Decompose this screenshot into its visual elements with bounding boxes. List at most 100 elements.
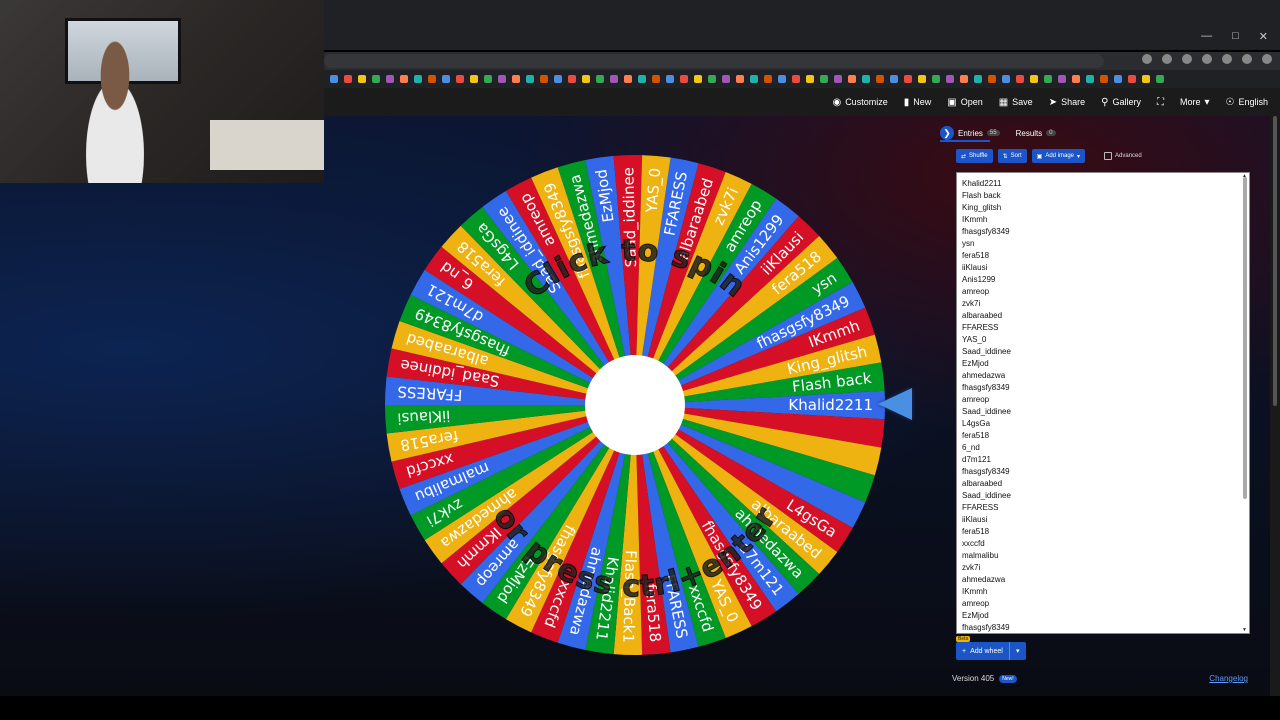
bookmark-icon[interactable] — [1114, 75, 1122, 83]
entry-line[interactable]: fhasgsfy8349 — [962, 466, 1249, 478]
bookmark-icon[interactable] — [1100, 75, 1108, 83]
entry-line[interactable]: King_glitsh — [962, 202, 1249, 214]
bookmark-icon[interactable] — [498, 75, 506, 83]
entry-line[interactable]: Saad_iddinee — [962, 490, 1249, 502]
entry-line[interactable]: iiKlausi — [962, 262, 1249, 274]
extension-icon[interactable] — [1202, 54, 1212, 64]
entry-line[interactable]: iiKlausi — [962, 514, 1249, 526]
tab-results[interactable]: Results 0 — [1016, 129, 1056, 138]
bookmark-icon[interactable] — [330, 75, 338, 83]
entry-line[interactable]: IKmmh — [962, 214, 1249, 226]
entry-line[interactable]: zvk7i — [962, 562, 1249, 574]
new-button[interactable]: ▮ New — [904, 97, 932, 108]
bookmark-icon[interactable] — [946, 75, 954, 83]
entry-line[interactable]: amreop — [962, 286, 1249, 298]
bookmark-icon[interactable] — [1030, 75, 1038, 83]
bookmark-icon[interactable] — [638, 75, 646, 83]
bookmark-icon[interactable] — [820, 75, 828, 83]
bookmark-icon[interactable] — [680, 75, 688, 83]
bookmark-icon[interactable] — [400, 75, 408, 83]
add-image-button[interactable]: ▣ Add image ▾ — [1031, 149, 1086, 163]
bookmark-icon[interactable] — [596, 75, 604, 83]
minimize-icon[interactable]: — — [1201, 30, 1212, 43]
bookmark-icon[interactable] — [792, 75, 800, 83]
entry-line[interactable]: fhasgsfy8349 — [962, 226, 1249, 238]
bookmark-icon[interactable] — [1086, 75, 1094, 83]
entry-line[interactable]: fera518 — [962, 526, 1249, 538]
entry-line[interactable]: zvk7i — [962, 298, 1249, 310]
share-button[interactable]: ➤ Share — [1049, 97, 1085, 108]
maximize-icon[interactable]: □ — [1232, 30, 1239, 43]
bookmark-icon[interactable] — [890, 75, 898, 83]
bookmark-icon[interactable] — [386, 75, 394, 83]
scroll-down-icon[interactable]: ▼ — [1242, 627, 1247, 633]
bookmark-icon[interactable] — [1044, 75, 1052, 83]
bookmark-icon[interactable] — [834, 75, 842, 83]
shuffle-button[interactable]: ⇄ Shuffle — [956, 149, 993, 163]
bookmark-icon[interactable] — [806, 75, 814, 83]
advanced-toggle[interactable]: Advanced — [1104, 152, 1142, 160]
bookmark-icon[interactable] — [764, 75, 772, 83]
chevron-right-icon[interactable]: ❯ — [940, 126, 954, 140]
entry-line[interactable]: fera518 — [962, 250, 1249, 262]
changelog-link[interactable]: Changelog — [1209, 674, 1248, 683]
bookmark-icon[interactable] — [1016, 75, 1024, 83]
profile-icon[interactable] — [1242, 54, 1252, 64]
bookmark-icon[interactable] — [456, 75, 464, 83]
entry-line[interactable]: fhasgsfy8349 — [962, 382, 1249, 394]
bookmark-icon[interactable] — [750, 75, 758, 83]
fullscreen-button[interactable]: ⛶ — [1157, 97, 1164, 108]
bookmark-icon[interactable] — [568, 75, 576, 83]
entry-line[interactable]: Flash back — [962, 190, 1249, 202]
tab-entries[interactable]: ❯ Entries 55 — [940, 126, 1000, 140]
bookmark-icon[interactable] — [1156, 75, 1164, 83]
entry-line[interactable]: albaraabed — [962, 478, 1249, 490]
bookmark-icon[interactable] — [862, 75, 870, 83]
bookmark-icon[interactable] — [932, 75, 940, 83]
add-wheel-dropdown[interactable]: ▾ — [1008, 642, 1026, 660]
language-select[interactable]: ☉ English — [1226, 97, 1269, 108]
bookmark-icon[interactable] — [652, 75, 660, 83]
spin-wheel[interactable]: FFARESS albaraabed zvk7i amreop Anis1299 iiKl… — [380, 150, 890, 660]
extension-icon[interactable] — [1182, 54, 1192, 64]
bookmark-icon[interactable] — [666, 75, 674, 83]
customize-button[interactable]: ◉ Customize — [832, 97, 887, 108]
bookmark-icon[interactable] — [708, 75, 716, 83]
more-menu[interactable]: More ▾ — [1180, 97, 1210, 108]
bookmark-icon[interactable] — [442, 75, 450, 83]
bookmark-icon[interactable] — [918, 75, 926, 83]
bookmark-icon[interactable] — [358, 75, 366, 83]
entries-scrollbar[interactable] — [1243, 177, 1247, 499]
bookmark-icon[interactable] — [848, 75, 856, 83]
entry-line[interactable]: EzMjod — [962, 610, 1249, 622]
bookmark-icon[interactable] — [1128, 75, 1136, 83]
open-button[interactable]: ▣ Open — [947, 97, 982, 108]
gallery-button[interactable]: ⚲ Gallery — [1101, 97, 1141, 108]
bookmark-icon[interactable] — [1002, 75, 1010, 83]
menu-icon[interactable] — [1262, 54, 1272, 64]
add-wheel-button[interactable]: + Add wheel — [956, 642, 1009, 660]
entry-line[interactable]: d7m121 — [962, 454, 1249, 466]
save-button[interactable]: ▦ Save — [999, 97, 1033, 108]
entry-line[interactable]: FFARESS — [962, 322, 1249, 334]
entry-line[interactable]: ysn — [962, 238, 1249, 250]
sort-button[interactable]: ⇅ Sort — [997, 149, 1027, 163]
star-icon[interactable] — [1142, 54, 1152, 64]
bookmark-icon[interactable] — [904, 75, 912, 83]
entry-line[interactable]: YAS_0 — [962, 334, 1249, 346]
entry-line[interactable]: Saad_iddinee — [962, 346, 1249, 358]
entry-line[interactable]: L4gsGa — [962, 418, 1249, 430]
entry-line[interactable]: ahmedazwa — [962, 574, 1249, 586]
bookmark-icon[interactable] — [624, 75, 632, 83]
bookmark-icon[interactable] — [722, 75, 730, 83]
bookmark-icon[interactable] — [736, 75, 744, 83]
entry-line[interactable]: malmalibu — [962, 550, 1249, 562]
entry-line[interactable]: fhasgsfy8349 — [962, 622, 1249, 633]
entry-line[interactable]: FFARESS — [962, 502, 1249, 514]
bookmark-icon[interactable] — [694, 75, 702, 83]
entry-line[interactable]: Saad_iddinee — [962, 406, 1249, 418]
entries-textarea[interactable]: Khalid2211 Flash back King_glitsh IKmmh fhas… — [956, 172, 1250, 634]
wheel-hub[interactable] — [585, 355, 685, 455]
page-scrollbar-thumb[interactable] — [1273, 116, 1277, 406]
entry-line[interactable]: fera518 — [962, 430, 1249, 442]
